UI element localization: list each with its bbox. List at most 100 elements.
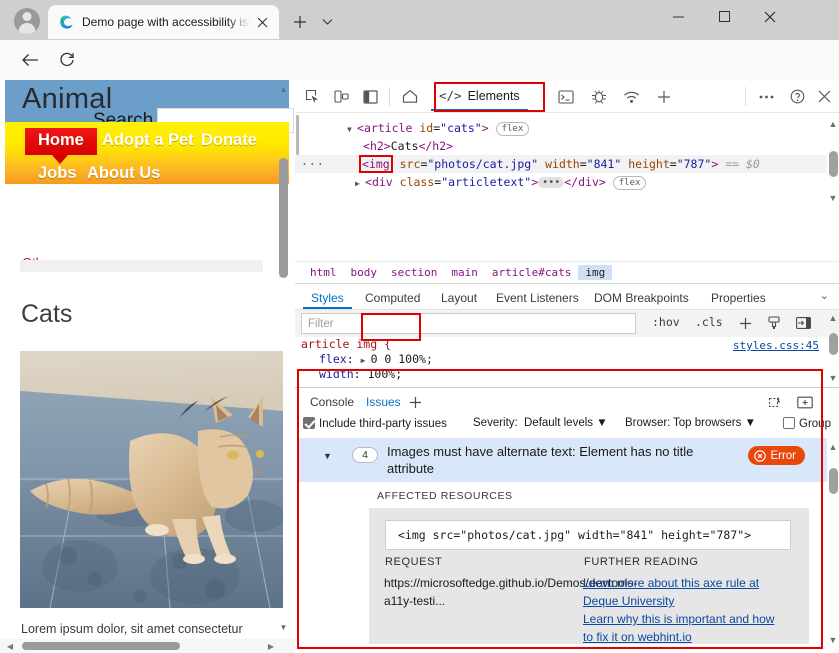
tab-dom-breakpoints[interactable]: DOM Breakpoints [586,287,697,309]
collapsed-content-badge[interactable]: ••• [538,177,564,188]
dom-row-h2[interactable]: <h2>Cats</h2> [295,137,839,155]
dom-row-img[interactable]: ··· <img src="photos/cat.jpg" width="841… [295,155,839,173]
chevron-down-icon-styles[interactable]: ⌄ [820,289,829,302]
flex-badge[interactable]: flex [496,122,530,136]
tab-event-listeners[interactable]: Event Listeners [488,287,587,309]
site-nav-jobs[interactable]: Jobs [38,164,77,183]
home-icon[interactable] [396,83,424,110]
breadcrumb-img[interactable]: img [578,265,612,280]
cls-toggle[interactable]: .cls [695,315,723,329]
dom-scroll-thumb[interactable] [829,151,838,177]
page-vertical-scrollbar[interactable]: ▲ ▼ [278,80,289,640]
issue-link-webhint[interactable]: Learn why this is important and how to f… [583,610,783,646]
severity-dropdown[interactable]: Default levels ▼ [524,417,608,429]
chevron-down-icon[interactable] [315,9,339,35]
device-emulation-icon[interactable] [328,83,354,110]
checkbox-checked-icon[interactable] [303,417,315,429]
style-brush-icon[interactable] [765,314,783,332]
styles-scrollbar[interactable]: ▲ ▼ [827,311,839,387]
reload-button[interactable] [52,45,82,75]
issues-scrollbar[interactable]: ▲ ▼ [827,438,839,653]
issue-list[interactable]: ▼ 4 Images must have alternate text: Ele… [297,438,827,648]
styles-scroll-thumb[interactable] [829,333,838,355]
styles-scroll-down-icon[interactable]: ▼ [827,371,839,384]
shorthand-caret-icon[interactable]: ▶ [361,353,371,368]
dom-scroll-down-icon[interactable]: ▼ [827,191,839,205]
breadcrumb-html[interactable]: html [303,265,344,280]
back-button[interactable] [15,45,45,75]
issue-code-snippet[interactable]: <img src="photos/cat.jpg" width="841" he… [385,520,791,550]
inspect-element-icon[interactable] [299,83,325,110]
maximize-button[interactable] [701,0,747,33]
create-live-expression-icon[interactable] [795,393,815,411]
site-nav-about[interactable]: About Us [87,164,160,183]
styles-rule-pane[interactable]: article img { styles.css:45 flex: ▶0 0 1… [295,337,839,387]
tab-styles[interactable]: Styles [303,287,352,309]
tab-layout[interactable]: Layout [433,287,485,309]
breadcrumb-section[interactable]: section [384,265,444,280]
css-value-width[interactable]: 100% [367,367,395,381]
network-icon[interactable] [617,83,645,110]
css-value-flex[interactable]: 0 0 100% [371,352,426,366]
chevron-down-icon-severity[interactable]: ▼ [596,417,607,429]
issue-header[interactable]: ▼ 4 Images must have alternate text: Ele… [297,438,827,482]
dom-row-div[interactable]: ▶<div class="articletext">•••</div> flex [295,173,839,191]
issues-scroll-thumb[interactable] [829,468,838,494]
css-decl-flex[interactable]: flex: ▶0 0 100%; [295,352,839,367]
help-icon[interactable] [784,83,810,110]
tab-computed[interactable]: Computed [357,287,428,309]
add-panel-icon[interactable] [651,83,677,110]
close-icon[interactable] [251,11,273,33]
issues-scroll-up-icon[interactable]: ▲ [827,440,839,454]
chevron-down-icon-browser[interactable]: ▼ [745,417,756,429]
tab-console[interactable]: Console [303,392,361,413]
issues-scroll-down-icon[interactable]: ▼ [827,633,839,647]
hov-toggle[interactable]: :hov [652,315,680,329]
breadcrumb-main[interactable]: main [444,265,485,280]
css-decl-width[interactable]: width: 100%; [295,367,839,382]
new-tab-button[interactable] [287,9,313,35]
scroll-up-icon[interactable]: ▲ [278,82,289,96]
group-checkbox[interactable]: Group [783,417,831,430]
new-style-rule-icon[interactable] [736,314,754,332]
scroll-thumb[interactable] [279,158,288,278]
clear-console-icon[interactable] [765,393,785,411]
console-icon[interactable] [552,83,580,110]
tab-issues[interactable]: Issues [359,392,408,413]
scroll-left-icon[interactable]: ◀ [4,641,16,651]
breadcrumb-article[interactable]: article#cats [485,265,578,280]
dock-side-icon[interactable] [357,83,383,110]
css-selector[interactable]: article img { [301,337,391,351]
debugger-icon[interactable] [585,83,613,110]
tab-elements[interactable]: </> Elements [431,82,528,111]
page-horizontal-scrollbar[interactable]: ◀ ▶ [0,639,295,653]
profile-button[interactable] [10,6,44,36]
dom-row-article[interactable]: ▼<article id="cats"> flex [295,119,839,137]
site-nav-donate[interactable]: Donate [201,131,257,150]
browser-dropdown[interactable]: Top browsers ▼ [673,417,756,429]
devtools-more-icon[interactable] [753,83,779,110]
browser-tab[interactable]: Demo page with accessibility issu [48,5,279,39]
dom-tree[interactable]: ▼<article id="cats"> flex <h2>Cats</h2> … [295,113,839,261]
tab-properties[interactable]: Properties [703,287,774,309]
dom-row-menu-icon[interactable]: ··· [301,155,325,173]
scroll-right-icon[interactable]: ▶ [265,641,277,651]
third-party-issues-checkbox[interactable]: Include third-party issues [303,417,447,430]
breadcrumb-body[interactable]: body [344,265,385,280]
dom-scroll-up-icon[interactable]: ▲ [827,117,839,131]
add-drawer-tab-icon[interactable] [405,393,425,411]
issue-expand-caret-icon[interactable]: ▼ [323,451,332,461]
site-nav-adopt[interactable]: Adopt a Pet [102,131,194,150]
dom-left-resizer[interactable] [295,113,300,261]
collapse-caret-icon[interactable]: ▶ [355,175,365,193]
css-source-link[interactable]: styles.css:45 [733,338,819,353]
minimize-button[interactable] [655,0,701,33]
checkbox-unchecked-icon[interactable] [783,417,795,429]
styles-scroll-up-icon[interactable]: ▲ [827,311,839,324]
toggle-sidebar-icon[interactable] [794,314,812,332]
dom-tree-scrollbar[interactable]: ▲ ▼ [827,113,839,261]
styles-filter-input[interactable]: Filter [301,313,636,334]
window-close-button[interactable] [747,0,793,33]
issue-link-deque[interactable]: Learn more about this axe rule at Deque … [583,574,783,610]
hscroll-thumb[interactable] [22,642,180,650]
